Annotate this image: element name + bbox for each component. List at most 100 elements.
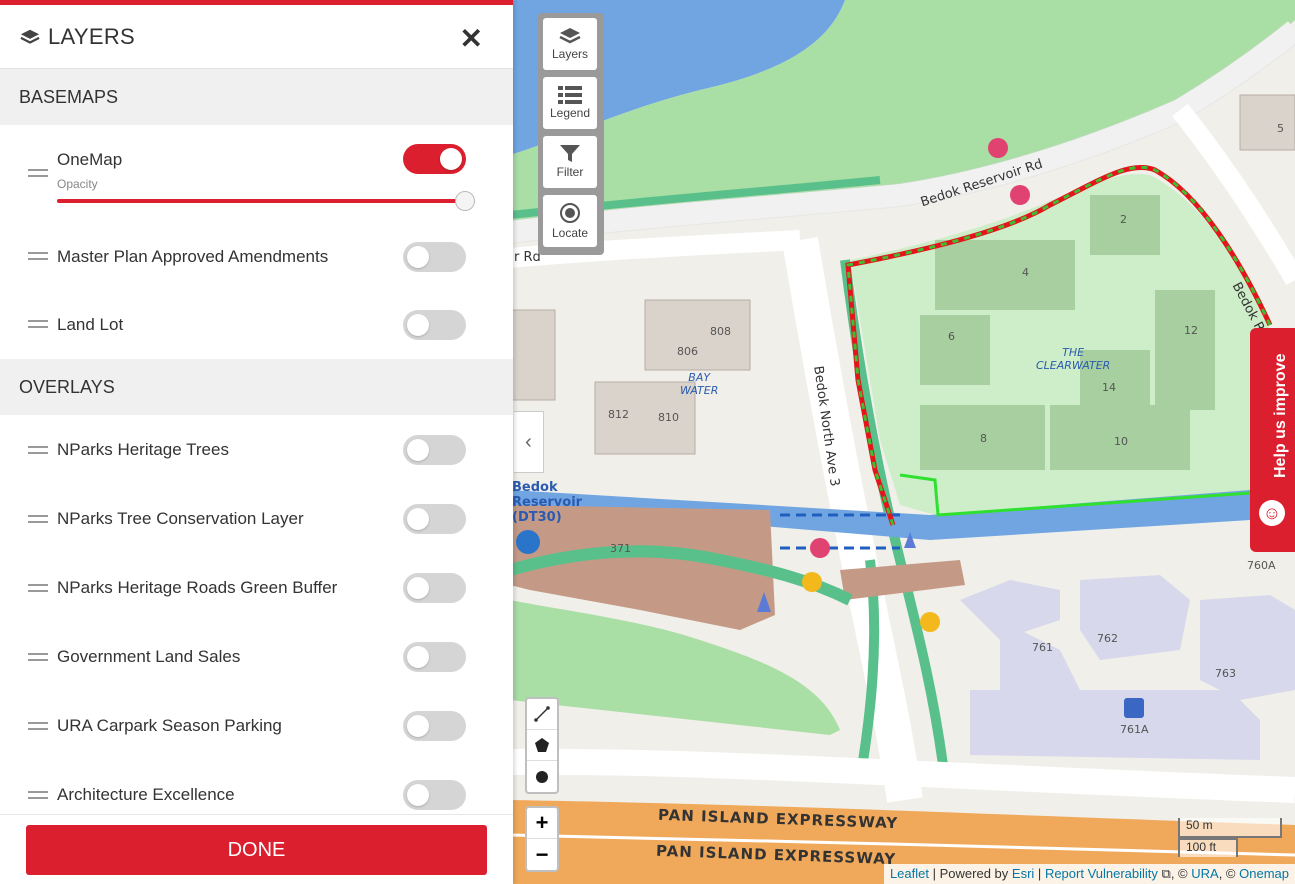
opacity-label: Opacity bbox=[57, 177, 98, 191]
draw-toolbar bbox=[525, 697, 559, 794]
layer-label: NParks Heritage Trees bbox=[57, 440, 229, 459]
block-label: 371 bbox=[610, 542, 631, 555]
layers-icon bbox=[20, 29, 40, 44]
map-attribution: Leaflet | Powered by Esri | Report Vulne… bbox=[883, 864, 1295, 884]
drag-handle-icon[interactable] bbox=[28, 446, 48, 454]
layers-tool-label: Layers bbox=[551, 47, 589, 61]
zoom-out-button[interactable]: − bbox=[527, 839, 557, 870]
layer-row-tree-conservation: NParks Tree Conservation Layer bbox=[0, 484, 513, 553]
list-icon bbox=[558, 86, 582, 104]
map-toolbar: Layers Legend Filter Locate bbox=[538, 13, 604, 255]
legend-tool-label: Legend bbox=[549, 106, 591, 120]
layer-toggle-land-lot[interactable] bbox=[403, 310, 466, 340]
layer-toggle-carpark-season[interactable] bbox=[403, 711, 466, 741]
opacity-slider-thumb[interactable] bbox=[455, 191, 475, 211]
drag-handle-icon[interactable] bbox=[28, 722, 48, 730]
drag-handle-icon[interactable] bbox=[28, 791, 48, 799]
attribution-text: , © bbox=[1218, 866, 1240, 881]
help-us-improve-tab[interactable]: Help us improve ☺ bbox=[1250, 328, 1295, 552]
block-label: 808 bbox=[710, 325, 731, 338]
layer-row-heritage-trees: NParks Heritage Trees bbox=[0, 415, 513, 484]
drag-handle-icon[interactable] bbox=[28, 169, 48, 177]
block-label: 10 bbox=[1114, 435, 1128, 448]
esri-link[interactable]: Esri bbox=[1012, 866, 1034, 881]
close-icon[interactable]: ✕ bbox=[460, 25, 483, 53]
ura-link[interactable]: URA bbox=[1191, 866, 1218, 881]
leaflet-link[interactable]: Leaflet bbox=[890, 866, 929, 881]
toggle-knob bbox=[407, 439, 429, 461]
map-scale: 50 m 100 ft bbox=[1178, 818, 1282, 857]
attribution-text: , © bbox=[1170, 866, 1192, 881]
draw-polygon-button[interactable] bbox=[527, 730, 557, 761]
block-label: 4 bbox=[1022, 266, 1029, 279]
polygon-icon bbox=[535, 738, 549, 752]
block-label: 8 bbox=[980, 432, 987, 445]
layer-label: NParks Tree Conservation Layer bbox=[57, 509, 304, 528]
block-label: 761 bbox=[1032, 641, 1053, 654]
area-label: THE CLEARWATER bbox=[1036, 346, 1111, 372]
filter-icon bbox=[560, 145, 580, 162]
block-label: 760A bbox=[1247, 559, 1276, 572]
drag-handle-icon[interactable] bbox=[28, 653, 48, 661]
block-label: 12 bbox=[1184, 324, 1198, 337]
road-label: r Rd bbox=[514, 250, 541, 265]
panel-header: LAYERS ✕ bbox=[0, 5, 513, 69]
layer-toggle-master-plan[interactable] bbox=[403, 242, 466, 272]
layers-panel: LAYERS ✕ BASEMAPS OneMap Opacity Master … bbox=[0, 0, 513, 884]
block-label: 6 bbox=[948, 330, 955, 343]
filter-tool-button[interactable]: Filter bbox=[543, 136, 597, 188]
zoom-control: + − bbox=[525, 806, 559, 872]
external-link-icon: ⧉ bbox=[1161, 866, 1171, 881]
layer-row-master-plan: Master Plan Approved Amendments bbox=[0, 223, 513, 291]
draw-circle-button[interactable] bbox=[527, 761, 557, 792]
block-label: 763 bbox=[1215, 667, 1236, 680]
attribution-separator: | bbox=[932, 866, 936, 881]
drag-handle-icon[interactable] bbox=[28, 515, 48, 523]
toggle-knob bbox=[407, 784, 429, 806]
basemaps-heading: BASEMAPS bbox=[0, 69, 513, 125]
layer-row-onemap: OneMap Opacity bbox=[0, 125, 513, 223]
block-label: 761A bbox=[1120, 723, 1149, 736]
done-button[interactable]: DONE bbox=[26, 825, 487, 875]
scale-metric: 50 m bbox=[1178, 818, 1282, 838]
collapse-panel-button[interactable]: ‹ bbox=[514, 411, 544, 473]
block-label: 762 bbox=[1097, 632, 1118, 645]
opacity-slider-track[interactable] bbox=[57, 199, 465, 203]
onemap-link[interactable]: Onemap bbox=[1239, 866, 1289, 881]
polyline-icon bbox=[534, 706, 550, 722]
toggle-knob bbox=[407, 646, 429, 668]
layer-toggle-onemap[interactable] bbox=[403, 144, 466, 174]
station-label: Bedok Reservoir (DT30) bbox=[512, 480, 583, 525]
block-label: 806 bbox=[677, 345, 698, 358]
layer-label: Master Plan Approved Amendments bbox=[57, 247, 329, 266]
layer-toggle-heritage-roads[interactable] bbox=[403, 573, 466, 603]
draw-line-button[interactable] bbox=[527, 699, 557, 730]
locate-tool-button[interactable]: Locate bbox=[543, 195, 597, 247]
drag-handle-icon[interactable] bbox=[28, 584, 48, 592]
block-label: 5 bbox=[1277, 122, 1284, 135]
chevron-left-icon: ‹ bbox=[525, 430, 532, 453]
layers-tool-button[interactable]: Layers bbox=[543, 18, 597, 70]
panel-footer: DONE bbox=[0, 814, 513, 884]
zoom-in-button[interactable]: + bbox=[527, 808, 557, 839]
block-label: 812 bbox=[608, 408, 629, 421]
layer-toggle-heritage-trees[interactable] bbox=[403, 435, 466, 465]
drag-handle-icon[interactable] bbox=[28, 320, 48, 328]
circle-icon bbox=[536, 770, 548, 783]
attribution-text: Powered by bbox=[939, 866, 1009, 881]
legend-tool-button[interactable]: Legend bbox=[543, 77, 597, 129]
app-root: Bedok Reservoir Rd Bedok Res r Rd Bedok … bbox=[0, 0, 1295, 884]
overlays-heading: OVERLAYS bbox=[0, 359, 513, 415]
area-label: BAY WATER bbox=[680, 371, 719, 397]
layer-row-land-sales: Government Land Sales bbox=[0, 622, 513, 691]
help-tab-label: Help us improve bbox=[1272, 353, 1289, 478]
layer-row-land-lot: Land Lot bbox=[0, 291, 513, 359]
layer-toggle-architecture-excellence[interactable] bbox=[403, 780, 466, 810]
report-vulnerability-link[interactable]: Report Vulnerability bbox=[1045, 866, 1158, 881]
block-label: 810 bbox=[658, 411, 679, 424]
layer-toggle-land-sales[interactable] bbox=[403, 642, 466, 672]
drag-handle-icon[interactable] bbox=[28, 252, 48, 260]
block-label: 14 bbox=[1102, 381, 1116, 394]
layer-toggle-tree-conservation[interactable] bbox=[403, 504, 466, 534]
layer-label: Government Land Sales bbox=[57, 647, 241, 666]
